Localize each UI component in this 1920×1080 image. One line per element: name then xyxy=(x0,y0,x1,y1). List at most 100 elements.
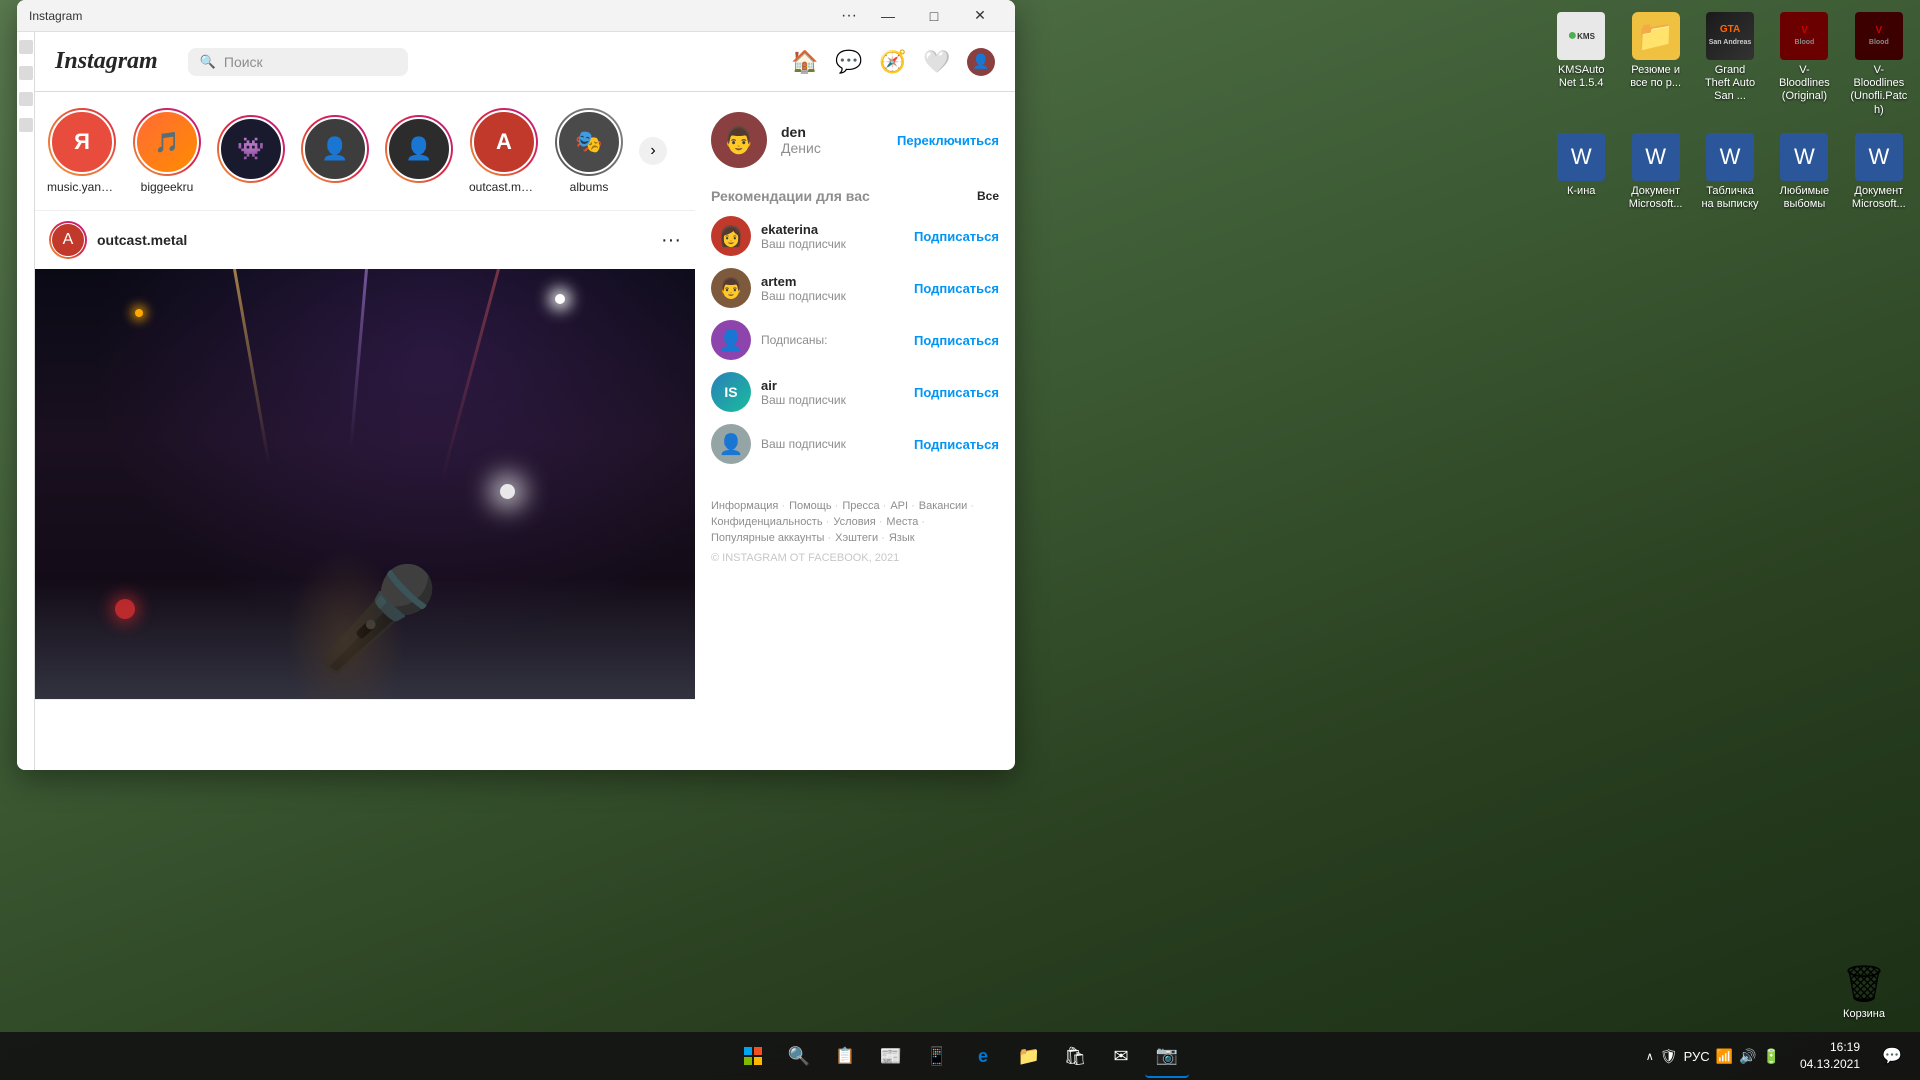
window-close[interactable]: ✕ xyxy=(957,0,1003,32)
desktop-icon-vb1[interactable]: VBlood V-Bloodlines (Original) xyxy=(1771,8,1837,121)
desktop: ● KMS KMSAuto Net 1.5.4 📁 Резюме и все п… xyxy=(0,0,1920,1080)
nav-profile-avatar[interactable]: 👤 xyxy=(967,48,995,76)
story-next-button[interactable]: › xyxy=(639,137,667,165)
rec-item-air: IS air Ваш подписчик Подписаться xyxy=(711,372,999,412)
story-biggeekru[interactable]: 🎵 biggeekru xyxy=(133,108,201,194)
footer-link-terms[interactable]: Условия xyxy=(833,516,882,528)
ig-copyright: © INSTAGRAM ОТ FACEBOOK, 2021 xyxy=(711,552,999,564)
taskbar: 🔍 📋 📰 📱 e 📁 🛍 ✉ 📷 xyxy=(0,1032,1920,1080)
ig-footer-links: Информация Помощь Пресса API Вакансии Ко… xyxy=(711,500,999,544)
rec-username-air[interactable]: air xyxy=(761,378,904,393)
window-minimize[interactable]: — xyxy=(865,0,911,32)
taskbar-taskview-button[interactable]: 📋 xyxy=(823,1034,867,1078)
desktop-icon-vb2[interactable]: VBlood V-Bloodlines (Unofli.Patch) xyxy=(1846,8,1912,121)
rec-subtitle-ekaterina: Ваш подписчик xyxy=(761,237,904,251)
rec-follow-artem[interactable]: Подписаться xyxy=(914,281,999,296)
taskbar-phone-button[interactable]: 📱 xyxy=(915,1034,959,1078)
story-albums[interactable]: 🎭 albums xyxy=(555,108,623,194)
rec-follow-air[interactable]: Подписаться xyxy=(914,385,999,400)
rec-info-air: air Ваш подписчик xyxy=(761,378,904,407)
story-label-music-yandex: music.yandex xyxy=(47,180,117,194)
desktop-icon-word4[interactable]: W Любимые выбомы xyxy=(1771,129,1837,215)
window-menu-dots[interactable]: ··· xyxy=(841,7,857,25)
desktop-icon-kmsauto[interactable]: ● KMS KMSAuto Net 1.5.4 xyxy=(1548,8,1614,121)
post-username[interactable]: outcast.metal xyxy=(97,232,651,248)
rec-follow-3[interactable]: Подписаться xyxy=(914,333,999,348)
footer-link-help[interactable]: Помощь xyxy=(789,500,838,512)
footer-link-privacy[interactable]: Конфиденциальность xyxy=(711,516,829,528)
recycle-bin[interactable]: 🗑 Корзина xyxy=(1828,960,1900,1020)
ig-search-bar[interactable]: 🔍 Поиск xyxy=(188,48,408,76)
footer-link-hashtags[interactable]: Хэштеги xyxy=(835,532,885,544)
desktop-icon-word2[interactable]: W Документ Microsoft... xyxy=(1622,129,1688,215)
nav-home-icon[interactable]: 🏠 xyxy=(791,48,819,76)
ig-header: Instagram 🔍 Поиск 🏠 💬 🧭 🤍 👤 xyxy=(35,32,1015,92)
story-pixel[interactable]: 👾 xyxy=(217,115,285,187)
taskbar-store-button[interactable]: 🛍 xyxy=(1053,1034,1097,1078)
rec-header: Рекомендации для вас Все xyxy=(711,188,999,204)
rec-follow-ekaterina[interactable]: Подписаться xyxy=(914,229,999,244)
tray-volume-icon: 🔊 xyxy=(1739,1048,1756,1065)
desktop-icon-word5[interactable]: W Документ Microsoft... xyxy=(1846,129,1912,215)
sidebar-dot-3[interactable] xyxy=(19,92,33,106)
taskbar-edge-button[interactable]: e xyxy=(961,1034,1005,1078)
ig-profile-card: 👨 den Денис Переключиться xyxy=(711,112,999,168)
desktop-icons-area: ● KMS KMSAuto Net 1.5.4 📁 Резюме и все п… xyxy=(1540,0,1920,231)
rec-username-artem[interactable]: artem xyxy=(761,274,904,289)
story-outcast-metal[interactable]: A outcast.metal xyxy=(469,108,539,194)
rec-all-button[interactable]: Все xyxy=(977,189,999,203)
footer-link-language[interactable]: Язык xyxy=(889,532,915,544)
rec-info-ekaterina: ekaterina Ваш подписчик xyxy=(761,222,904,251)
story-5[interactable]: 👤 xyxy=(385,115,453,187)
tray-arrow[interactable]: ∧ xyxy=(1646,1050,1654,1063)
sidebar-dot-2[interactable] xyxy=(19,66,33,80)
footer-link-api[interactable]: API xyxy=(890,500,914,512)
footer-link-info[interactable]: Информация xyxy=(711,500,785,512)
rec-info-artem: artem Ваш подписчик xyxy=(761,274,904,303)
rec-username-ekaterina[interactable]: ekaterina xyxy=(761,222,904,237)
story-4[interactable]: 👤 xyxy=(301,115,369,187)
profile-name: Денис xyxy=(781,140,883,156)
taskbar-search-button[interactable]: 🔍 xyxy=(777,1034,821,1078)
profile-switch-button[interactable]: Переключиться xyxy=(897,133,999,148)
footer-link-jobs[interactable]: Вакансии xyxy=(919,500,974,512)
rec-item-3: 👤 Подписаны: Подписаться xyxy=(711,320,999,360)
post-header: A outcast.metal ··· xyxy=(35,211,695,269)
taskbar-mail-button[interactable]: ✉ xyxy=(1099,1034,1143,1078)
story-music-yandex[interactable]: Я music.yandex xyxy=(47,108,117,194)
taskbar-news-button[interactable]: 📰 xyxy=(869,1034,913,1078)
window-titlebar: Instagram ··· — □ ✕ xyxy=(17,0,1015,32)
post-more-button[interactable]: ··· xyxy=(661,229,681,252)
sidebar-dot-4[interactable] xyxy=(19,118,33,132)
post-image: 🎤 xyxy=(35,269,695,699)
notification-button[interactable]: 💬 xyxy=(1872,1036,1912,1076)
sidebar-dot-1[interactable] xyxy=(19,40,33,54)
desktop-icon-resume[interactable]: 📁 Резюме и все по р... xyxy=(1622,8,1688,121)
nav-heart-icon[interactable]: 🤍 xyxy=(923,48,951,76)
footer-link-popular[interactable]: Популярные аккаунты xyxy=(711,532,831,544)
nav-messenger-icon[interactable]: 💬 xyxy=(835,48,863,76)
instagram-window: Instagram ··· — □ ✕ Instagram xyxy=(17,0,1015,770)
window-maximize[interactable]: □ xyxy=(911,0,957,32)
concert-scene: 🎤 xyxy=(35,269,695,699)
profile-avatar: 👨 xyxy=(711,112,767,168)
taskbar-explorer-button[interactable]: 📁 xyxy=(1007,1034,1051,1078)
desktop-icon-word1[interactable]: W К-ина xyxy=(1548,129,1614,215)
rec-avatar-artem: 👨 xyxy=(711,268,751,308)
profile-username[interactable]: den xyxy=(781,124,883,140)
rec-item-5: 👤 Ваш подписчик Подписаться xyxy=(711,424,999,464)
taskbar-instagram-button[interactable]: 📷 xyxy=(1145,1034,1189,1078)
footer-link-press[interactable]: Пресса xyxy=(842,500,886,512)
time-block[interactable]: 16:19 04.13.2021 xyxy=(1792,1039,1868,1073)
desktop-icon-gta[interactable]: GTASan Andreas Grand Theft Auto San ... xyxy=(1697,8,1763,121)
desktop-icon-word3[interactable]: W Табличка на выписку xyxy=(1697,129,1763,215)
nav-explore-icon[interactable]: 🧭 xyxy=(879,48,907,76)
rec-avatar-5: 👤 xyxy=(711,424,751,464)
desktop-icon-word2-label: Документ Microsoft... xyxy=(1626,185,1684,211)
rec-follow-5[interactable]: Подписаться xyxy=(914,437,999,452)
search-icon: 🔍 xyxy=(200,54,216,70)
taskbar-start-button[interactable] xyxy=(731,1034,775,1078)
tray-language[interactable]: РУС xyxy=(1684,1049,1710,1064)
footer-link-places[interactable]: Места xyxy=(886,516,925,528)
tray-battery-icon: 🔋 xyxy=(1763,1048,1780,1065)
